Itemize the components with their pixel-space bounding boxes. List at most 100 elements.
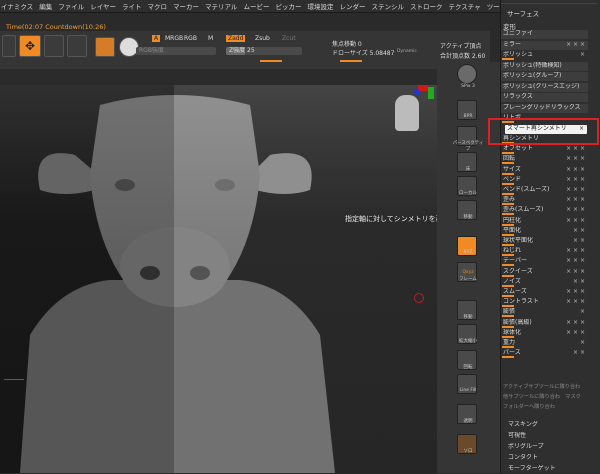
menu-item[interactable]: 環境設定 — [307, 1, 333, 11]
tray-item[interactable]: ポリッシュ(特徴検知) — [501, 61, 588, 71]
zsub-toggle[interactable]: Zsub — [255, 35, 270, 42]
tray-item-options[interactable]: × × × — [566, 288, 585, 296]
tray-item[interactable]: リラックス — [501, 93, 588, 102]
tray-item-slider[interactable] — [502, 213, 514, 216]
rotate-button[interactable] — [67, 35, 87, 57]
tray-item[interactable]: プレーングリッドリラックス — [501, 103, 588, 113]
tray-item[interactable]: コントラスト × × × — [501, 298, 588, 308]
rgb-toggle[interactable]: RGB — [184, 35, 197, 42]
tray-item[interactable]: ミラー × × × — [501, 40, 588, 50]
menu-item[interactable]: レンダー — [339, 1, 365, 11]
tray-item-options[interactable]: × × × — [566, 329, 585, 337]
tray-item-slider[interactable] — [502, 346, 514, 348]
tray-item-options[interactable]: × × — [573, 349, 585, 357]
surface-header[interactable]: サーフェス — [507, 8, 539, 18]
draw-size-label[interactable]: ドローサイズ 5.08487 — [332, 48, 394, 57]
tray-item-slider[interactable] — [502, 162, 514, 165]
tray-item-options[interactable]: × × × — [566, 155, 585, 163]
tray-item-options[interactable]: × × — [573, 278, 585, 286]
transpose-button[interactable] — [95, 37, 115, 57]
tray-item-slider[interactable] — [502, 233, 514, 236]
tray-item[interactable]: 歪み × × × — [501, 196, 588, 206]
edit-button[interactable] — [2, 35, 16, 57]
tray-item-options[interactable]: × — [580, 339, 585, 347]
tray-footer-option[interactable]: フォルダーへ隣り合わ — [501, 403, 588, 412]
menu-item[interactable]: イナミクス — [1, 1, 33, 11]
tray-item-slider[interactable] — [502, 295, 514, 297]
menu-item[interactable]: マーカー — [173, 1, 199, 11]
tray-item[interactable]: 円柱化 × × × — [501, 217, 588, 226]
tray-item[interactable]: パース × × — [501, 349, 588, 359]
tray-item[interactable]: 膨張 × — [501, 308, 588, 318]
tray-item[interactable]: ノイズ × × — [501, 278, 588, 287]
tray-item[interactable]: オフセット × × × — [501, 145, 588, 155]
tray-item-options[interactable]: × × — [573, 237, 585, 245]
tray-item-options[interactable]: × × × — [566, 166, 585, 174]
tray-item-options[interactable]: × × × — [566, 217, 585, 225]
focal-shift-label[interactable]: 焦点移動 0 — [332, 39, 362, 48]
tray-item-options[interactable]: × × × — [566, 41, 585, 49]
a-toggle[interactable]: A — [152, 35, 161, 42]
tray-item-options[interactable]: × × × — [566, 186, 585, 194]
menu-item[interactable]: ムービー — [243, 1, 269, 11]
tray-item-slider[interactable] — [502, 152, 514, 155]
menu-item[interactable]: テクスチャ — [448, 1, 480, 11]
tray-item-options[interactable]: × × × — [566, 247, 585, 255]
tray-item[interactable]: 歪み(スムーズ) × × × — [501, 206, 588, 216]
tray-item-options[interactable]: × × × — [566, 196, 585, 204]
navigation-head-gizmo[interactable] — [395, 95, 419, 131]
tray-item[interactable]: 球状平面化 × × — [501, 237, 588, 246]
tray-item[interactable]: ポリッシュ(クリースエッジ) — [501, 82, 588, 92]
zcut-toggle[interactable]: Zcut — [282, 35, 296, 42]
scale-button[interactable] — [44, 35, 64, 57]
viewport-canvas[interactable] — [0, 85, 437, 473]
tray-item-slider[interactable] — [502, 182, 514, 185]
tray-item-options[interactable]: × × × — [566, 257, 585, 265]
tray-subpalette[interactable]: 可視性 — [506, 432, 593, 441]
menu-item[interactable]: ピッカー — [275, 1, 301, 11]
tray-item-options[interactable]: × — [580, 308, 585, 316]
zadd-toggle[interactable]: Zadd — [226, 35, 246, 42]
tray-footer-option[interactable]: アクティブサブツールに隣り合わ — [501, 383, 588, 392]
menu-item[interactable]: マテリアル — [205, 1, 237, 11]
tray-item[interactable]: ポリッシュ(グループ) — [501, 72, 588, 81]
z-intensity-slider[interactable]: Z強度 25 — [226, 47, 302, 55]
tray-item[interactable]: 膨張(高級) × × × — [501, 319, 588, 328]
tray-item[interactable]: 回転 × × × — [501, 155, 588, 165]
tray-item[interactable]: ベンド × × × — [501, 176, 588, 185]
tray-item[interactable]: 重力 × — [501, 339, 588, 348]
tray-subpalette[interactable]: ポリグループ — [506, 443, 593, 452]
menu-item[interactable]: マクロ — [148, 1, 168, 11]
rgb-intensity-slider[interactable]: RGB強度 — [136, 47, 216, 55]
tray-item-slider[interactable] — [502, 264, 514, 267]
tray-item-slider[interactable] — [502, 193, 514, 195]
menu-item[interactable]: ファイル — [58, 1, 84, 11]
tray-item[interactable]: テーパー × × × — [501, 257, 588, 267]
tray-item[interactable]: 平面化 × × — [501, 227, 588, 236]
tray-item-slider[interactable] — [502, 172, 514, 175]
menu-item[interactable]: ストローク — [410, 1, 443, 11]
bpr-button[interactable] — [457, 64, 477, 84]
tray-item-options[interactable]: × — [580, 51, 585, 59]
tray-subpalette[interactable]: マスキング — [506, 421, 593, 430]
tray-footer-option[interactable]: 他サブツールに隣り合わ マスク — [501, 393, 588, 402]
tray-item-options[interactable]: × × × — [566, 206, 585, 214]
tray-item[interactable]: サイズ × × × — [501, 166, 588, 175]
menu-item[interactable]: ライト — [122, 1, 142, 11]
m-toggle[interactable]: M — [208, 35, 213, 42]
tray-item[interactable]: スクイーズ × × × — [501, 268, 588, 277]
tray-item-slider[interactable] — [502, 356, 514, 359]
tray-item-options[interactable]: × × × — [566, 319, 585, 327]
tray-item-options[interactable]: × × × — [566, 145, 585, 153]
mrgb-toggle[interactable]: MRGB — [165, 35, 183, 42]
tray-item[interactable]: ポリッシュ × — [501, 51, 588, 60]
tray-item-slider[interactable] — [502, 203, 514, 206]
move-button[interactable]: ✥ — [19, 35, 41, 57]
tray-item-slider[interactable] — [502, 58, 514, 60]
tray-item-slider[interactable] — [502, 315, 514, 318]
tray-item-slider[interactable] — [502, 244, 514, 246]
tray-subpalette[interactable]: コンタクト — [506, 454, 593, 463]
tray-item-slider[interactable] — [502, 274, 514, 277]
tray-item-slider[interactable] — [502, 335, 514, 338]
tray-item[interactable]: 球体化 × × × — [501, 329, 588, 338]
